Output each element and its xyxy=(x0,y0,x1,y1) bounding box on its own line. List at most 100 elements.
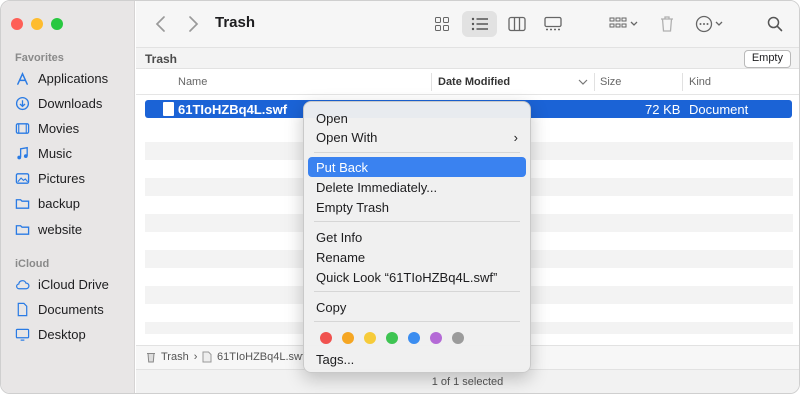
delete-button[interactable] xyxy=(656,11,678,37)
selection-status: 1 of 1 selected xyxy=(431,376,504,388)
zoom-button[interactable] xyxy=(51,18,63,30)
menu-item-label: Get Info xyxy=(316,230,363,245)
column-view-button[interactable] xyxy=(502,11,532,37)
menu-item-get-info[interactable]: Get Info xyxy=(308,227,526,247)
sidebar-item-desktop[interactable]: Desktop xyxy=(15,323,86,345)
menu-item-label: Open With xyxy=(316,130,378,145)
column-kind[interactable]: Kind xyxy=(689,76,711,88)
column-divider[interactable] xyxy=(431,73,432,91)
path-crumb-trash[interactable]: Trash › xyxy=(146,351,197,363)
finder-window: Favorites Applications Downloads Movies … xyxy=(0,0,800,394)
sidebar-item-label: Downloads xyxy=(38,95,103,111)
sidebar-item-downloads[interactable]: Downloads xyxy=(15,92,102,114)
chevron-down-icon xyxy=(578,79,588,85)
desktop-icon xyxy=(15,328,30,341)
menu-separator xyxy=(314,321,520,322)
empty-trash-button[interactable]: Empty xyxy=(743,50,791,68)
menu-separator xyxy=(314,291,520,292)
sidebar-section-icloud: iCloud xyxy=(15,258,50,270)
menu-item-open-with[interactable]: Open With › xyxy=(308,127,526,147)
column-name[interactable]: Name xyxy=(178,76,207,88)
chevron-right-icon: › xyxy=(513,130,518,145)
sidebar-item-icloud-drive[interactable]: iCloud Drive xyxy=(15,273,109,295)
column-header: Name Date Modified Size Kind xyxy=(136,69,799,95)
icon-view-button[interactable] xyxy=(427,11,457,37)
ellipsis-icon xyxy=(695,15,723,33)
file-icon xyxy=(202,351,212,363)
column-divider[interactable] xyxy=(594,73,595,91)
window-title: Trash xyxy=(215,14,256,31)
file-icon xyxy=(163,102,174,116)
sidebar-item-documents[interactable]: Documents xyxy=(15,298,104,320)
menu-separator xyxy=(314,152,520,153)
path-crumb-file[interactable]: 61TIoHZBq4L.swf xyxy=(202,351,305,363)
trash-header-label: Trash xyxy=(145,52,178,66)
applications-icon xyxy=(17,71,28,85)
column-divider[interactable] xyxy=(682,73,683,91)
search-button[interactable] xyxy=(764,11,786,37)
columns-icon xyxy=(508,16,526,32)
close-button[interactable] xyxy=(11,18,23,30)
document-icon xyxy=(17,302,28,316)
tag-orange[interactable] xyxy=(342,332,354,344)
menu-item-put-back[interactable]: Put Back xyxy=(308,157,526,177)
sidebar-item-label: Music xyxy=(38,145,72,161)
list-icon xyxy=(471,17,488,31)
menu-separator xyxy=(314,221,520,222)
tag-yellow[interactable] xyxy=(364,332,376,344)
traffic-lights xyxy=(11,18,63,30)
sidebar-item-backup[interactable]: backup xyxy=(15,192,80,214)
file-kind: Document xyxy=(689,102,749,117)
downloads-icon xyxy=(15,96,30,110)
tag-blue[interactable] xyxy=(408,332,420,344)
column-size[interactable]: Size xyxy=(600,76,621,88)
forward-button[interactable] xyxy=(184,14,202,34)
folder-icon xyxy=(15,224,30,235)
sidebar-item-label: backup xyxy=(38,195,80,211)
gallery-view-button[interactable] xyxy=(538,11,568,37)
sidebar-item-website[interactable]: website xyxy=(15,218,82,240)
sidebar-item-music[interactable]: Music xyxy=(15,142,72,164)
menu-item-delete-immediately[interactable]: Delete Immediately... xyxy=(308,177,526,197)
menu-item-empty-trash[interactable]: Empty Trash xyxy=(308,197,526,217)
menu-item-label: Rename xyxy=(316,250,366,265)
sidebar-item-movies[interactable]: Movies xyxy=(15,117,79,139)
back-button[interactable] xyxy=(152,14,170,34)
movies-icon xyxy=(15,122,30,134)
toolbar: Trash xyxy=(136,1,799,47)
minimize-button[interactable] xyxy=(31,18,43,30)
path-crumb-label: Trash xyxy=(161,351,189,363)
trash-header-bar: Trash Empty xyxy=(136,47,799,69)
folder-icon xyxy=(15,198,30,209)
sidebar-item-applications[interactable]: Applications xyxy=(15,67,108,89)
context-menu: Open Open With › Put Back Delete Immediat… xyxy=(303,101,531,373)
menu-item-quick-look[interactable]: Quick Look “61TIoHZBq4L.swf” xyxy=(308,267,526,287)
menu-item-rename[interactable]: Rename xyxy=(308,247,526,267)
sidebar-item-pictures[interactable]: Pictures xyxy=(15,167,85,189)
menu-item-tags[interactable]: Tags... xyxy=(308,349,526,369)
list-view-button[interactable] xyxy=(462,11,497,37)
tag-gray[interactable] xyxy=(452,332,464,344)
menu-item-open[interactable]: Open xyxy=(308,108,526,128)
tag-red[interactable] xyxy=(320,332,332,344)
pictures-icon xyxy=(15,172,30,184)
sidebar-item-label: Desktop xyxy=(38,326,86,342)
sidebar-item-label: Documents xyxy=(38,301,104,317)
group-button[interactable] xyxy=(606,11,642,37)
path-crumb-label: 61TIoHZBq4L.swf xyxy=(217,351,306,363)
sidebar-item-label: Movies xyxy=(38,120,80,136)
sidebar-item-label: Applications xyxy=(38,70,109,86)
action-button[interactable] xyxy=(693,11,729,37)
tag-green[interactable] xyxy=(386,332,398,344)
cloud-icon xyxy=(16,279,30,289)
file-name: 61TIoHZBq4L.swf xyxy=(178,102,288,117)
menu-item-copy[interactable]: Copy xyxy=(308,297,526,317)
group-grid-icon xyxy=(609,17,638,28)
menu-item-label: Put Back xyxy=(316,160,369,175)
sidebar-item-label: website xyxy=(38,221,83,237)
sidebar-item-label: iCloud Drive xyxy=(38,276,109,292)
sidebar: Favorites Applications Downloads Movies … xyxy=(1,1,135,393)
tag-purple[interactable] xyxy=(430,332,442,344)
column-date-modified[interactable]: Date Modified xyxy=(438,76,510,88)
sidebar-section-favorites: Favorites xyxy=(15,52,64,64)
